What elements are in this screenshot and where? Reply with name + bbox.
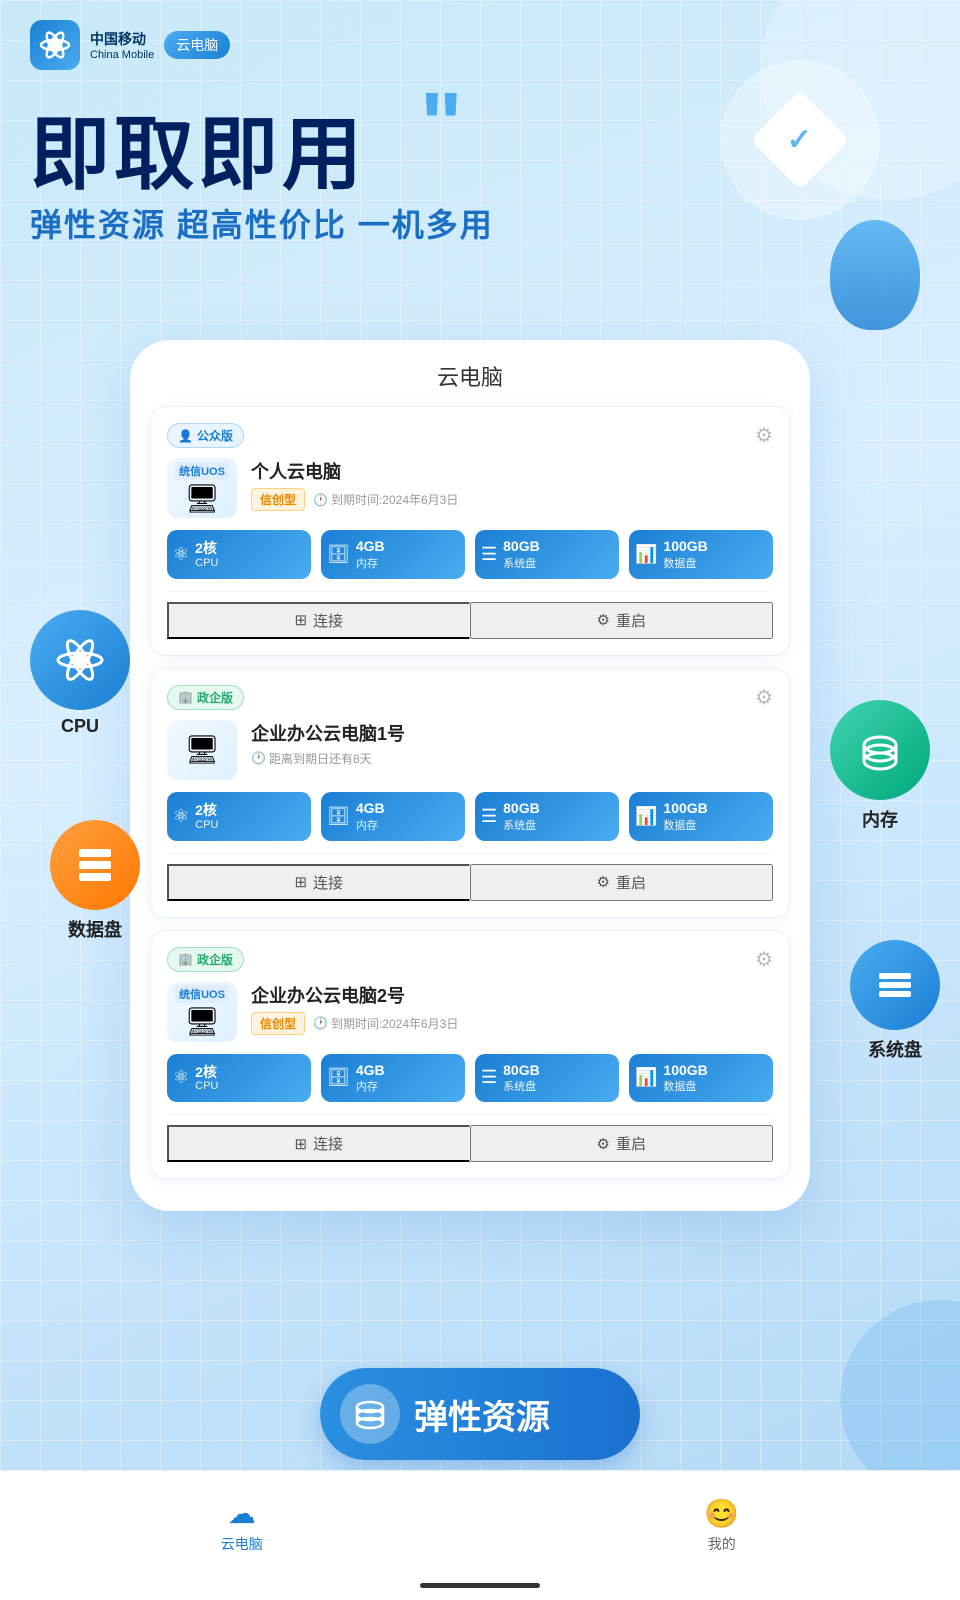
float-cpu: CPU [30,610,130,737]
connect-icon-1: ⊞ [294,611,307,629]
data-icon-2: 📊 [635,806,657,827]
data-icon-1: 📊 [635,544,657,565]
home-indicator [420,1583,540,1588]
spec-mem-2: 🗄 4GB 内存 [321,792,465,841]
expire-3: 🕐 到期时间:2024年6月3日 [313,1015,458,1032]
spec-sys-3: ☰ 80GB 系统盘 [475,1054,619,1103]
phone-mockup: 云电脑 👤 公众版 ⚙ 统信UOS 🖥 个人云电脑 信创型 � [130,340,810,1211]
spec-mem-1: 🗄 4GB 内存 [321,530,465,579]
restart-button-3[interactable]: ⚙ 重启 [470,1125,774,1162]
data-icon-3: 📊 [635,1067,657,1088]
float-datadisk: 数据盘 [50,820,140,942]
brand-logo [30,20,80,70]
settings-icon-1[interactable]: ⚙ [755,423,773,448]
badge-enterprise-1: 🏢 政企版 [167,685,244,710]
pc-info-2: 企业办公云电脑1号 🕐 距离到期日还有8天 [251,720,773,767]
specs-row-2: ⚛ 2核 CPU 🗄 4GB 内存 ☰ 80GB 系统盘 [167,792,773,841]
bg-diamond-badge: ✓ [720,60,880,220]
connect-icon-3: ⊞ [294,1135,307,1153]
spec-cpu-1: ⚛ 2核 CPU [167,530,311,579]
expire-2: 🕐 距离到期日还有8天 [251,750,372,767]
mine-nav-icon: 😊 [704,1497,739,1530]
pc-icon-box-3: 统信UOS 🖥 [167,982,237,1042]
spec-mem-3: 🗄 4GB 内存 [321,1054,465,1103]
restart-button-2[interactable]: ⚙ 重启 [470,864,774,901]
type-tag-1: 信创型 [251,488,305,511]
sys-icon-2: ☰ [481,806,497,827]
nav-cloud[interactable]: ☁ 云电脑 [221,1497,263,1554]
restart-icon-2: ⚙ [597,873,610,891]
expire-1: 🕐 到期时间:2024年6月3日 [313,491,458,508]
settings-icon-2[interactable]: ⚙ [755,685,773,710]
cpu-icon-2: ⚛ [173,806,189,827]
float-sysdisk: 系统盘 [850,940,940,1062]
pc-card-personal: 👤 公众版 ⚙ 统信UOS 🖥 个人云电脑 信创型 🕐 到期时间:2024年6月… [150,406,790,656]
sys-icon-1: ☰ [481,544,497,565]
badge-enterprise-2: 🏢 政企版 [167,947,244,972]
brand-name: 中国移动 China Mobile [90,29,154,61]
action-row-3: ⊞ 连接 ⚙ 重启 [167,1114,773,1162]
pc-info-3: 企业办公云电脑2号 信创型 🕐 到期时间:2024年6月3日 [251,982,773,1035]
mem-icon-3: 🗄 [327,1067,350,1088]
mem-icon-2: 🗄 [327,806,350,827]
bottom-navigation: ☁ 云电脑 😊 我的 [0,1470,960,1600]
cloud-badge: 云电脑 [164,31,230,59]
restart-icon-3: ⚙ [597,1135,610,1153]
computer-icon-1: 🖥 [184,482,220,515]
sys-icon-3: ☰ [481,1067,497,1088]
restart-button-1[interactable]: ⚙ 重启 [470,602,774,639]
hero-title: 即取即用 [30,90,366,206]
pc-card-enterprise-1: 🏢 政企版 ⚙ 🖥 企业办公云电脑1号 🕐 距离到期日还有8天 [150,668,790,918]
spec-cpu-3: ⚛ 2核 CPU [167,1054,311,1103]
connect-button-1[interactable]: ⊞ 连接 [167,602,470,639]
spec-sys-2: ☰ 80GB 系统盘 [475,792,619,841]
action-row-2: ⊞ 连接 ⚙ 重启 [167,853,773,901]
mem-icon-1: 🗄 [327,544,350,565]
specs-row-1: ⚛ 2核 CPU 🗄 4GB 内存 ☰ 80GB 系统盘 [167,530,773,579]
cloud-nav-icon: ☁ [228,1497,256,1530]
quote-mark: " [420,80,463,170]
bg-blue-drop [830,220,920,330]
computer-icon-2: 🖥 [184,733,220,766]
spec-data-3: 📊 100GB 数据盘 [629,1054,773,1103]
elastic-icon [340,1384,400,1444]
specs-row-3: ⚛ 2核 CPU 🗄 4GB 内存 ☰ 80GB 系统盘 [167,1054,773,1103]
spec-data-2: 📊 100GB 数据盘 [629,792,773,841]
computer-icon-3: 🖥 [184,1005,220,1038]
nav-mine[interactable]: 😊 我的 [704,1497,739,1554]
connect-button-3[interactable]: ⊞ 连接 [167,1125,470,1162]
action-row-1: ⊞ 连接 ⚙ 重启 [167,591,773,639]
spec-sys-1: ☰ 80GB 系统盘 [475,530,619,579]
pc-card-enterprise-2: 🏢 政企版 ⚙ 统信UOS 🖥 企业办公云电脑2号 信创型 🕐 到期时间:202… [150,930,790,1180]
float-memory: 内存 [830,700,930,832]
cpu-icon-1: ⚛ [173,544,189,565]
connect-icon-2: ⊞ [294,873,307,891]
type-tag-3: 信创型 [251,1012,305,1035]
badge-public: 👤 公众版 [167,423,244,448]
settings-icon-3[interactable]: ⚙ [755,947,773,972]
spec-cpu-2: ⚛ 2核 CPU [167,792,311,841]
app-header: 中国移动 China Mobile 云电脑 [30,20,230,70]
pc-info-1: 个人云电脑 信创型 🕐 到期时间:2024年6月3日 [251,458,773,511]
restart-icon-1: ⚙ [597,611,610,629]
pc-icon-box-1: 统信UOS 🖥 [167,458,237,518]
spec-data-1: 📊 100GB 数据盘 [629,530,773,579]
elastic-label: 弹性资源 [414,1390,550,1439]
cpu-icon-3: ⚛ [173,1067,189,1088]
pc-icon-box-2: 🖥 [167,720,237,780]
elastic-resource-button[interactable]: 弹性资源 [320,1368,640,1460]
connect-button-2[interactable]: ⊞ 连接 [167,864,470,901]
phone-title: 云电脑 [150,360,790,392]
hero-subtitle: 弹性资源 超高性价比 一机多用 [30,200,494,246]
